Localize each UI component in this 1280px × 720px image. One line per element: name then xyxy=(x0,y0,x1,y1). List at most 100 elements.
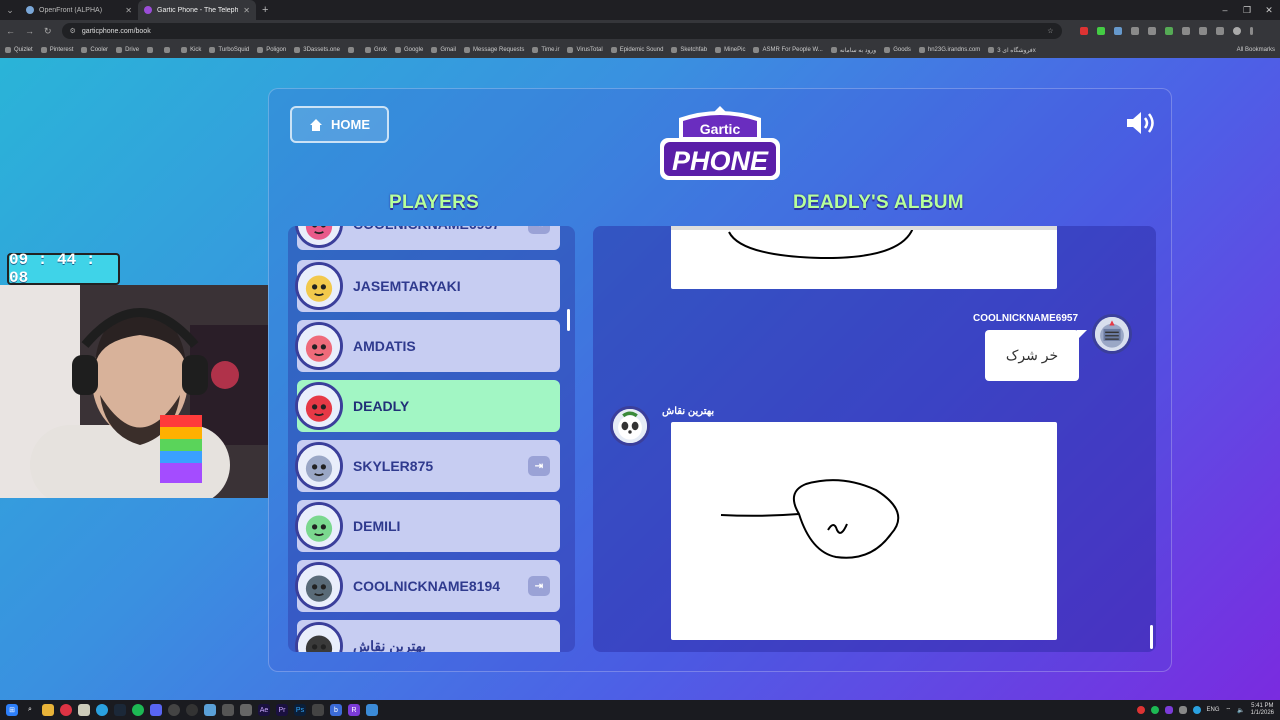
player-row[interactable]: بهترین نقاش xyxy=(295,620,560,652)
player-row[interactable]: DEADLY xyxy=(295,380,560,432)
browser-tab-openfront[interactable]: OpenFront (ALPHA) ✕ xyxy=(20,0,138,20)
players-list[interactable]: COOLNICKNAME6957 ⇥ JASEMTARYAKI AMDATIS DEAD… xyxy=(288,226,575,652)
kick-player-icon[interactable]: ⇥ xyxy=(528,576,550,596)
bookmark-star-icon[interactable]: ☆ xyxy=(1047,27,1053,35)
extension-icon[interactable] xyxy=(1198,27,1207,35)
wifi-icon[interactable]: ⌔ xyxy=(1226,706,1232,714)
bookmark-item[interactable]: Google xyxy=(394,47,423,53)
restore-icon[interactable]: ❐ xyxy=(1236,0,1258,20)
bookmark-item[interactable]: ASMR For People W... xyxy=(753,47,823,53)
bookmark-item[interactable] xyxy=(164,47,173,53)
clock[interactable]: 5:41 PM 1/1/2026 xyxy=(1251,703,1274,717)
bookmark-item[interactable]: MinePic xyxy=(715,47,745,53)
bookmark-item[interactable] xyxy=(347,47,357,53)
app-icon[interactable] xyxy=(240,704,252,716)
sound-toggle-button[interactable] xyxy=(1125,110,1159,136)
close-window-icon[interactable]: ✕ xyxy=(1258,0,1280,20)
bookmark-item[interactable]: Pinterest xyxy=(40,47,73,53)
bookmark-item[interactable]: Quizlet xyxy=(5,47,33,53)
bookmark-item[interactable]: Goods xyxy=(884,47,911,53)
kick-player-icon[interactable]: ⇥ xyxy=(528,456,550,476)
bookmark-item[interactable]: Cooler xyxy=(81,47,108,53)
photoshop-icon[interactable]: Ps xyxy=(294,704,306,716)
file-explorer-icon[interactable] xyxy=(42,704,54,716)
language-indicator[interactable]: ENG xyxy=(1207,707,1220,713)
player-row[interactable]: JASEMTARYAKI xyxy=(295,260,560,312)
bookmark-item[interactable]: ورود به سامانه xyxy=(830,47,876,54)
album-scrollbar[interactable] xyxy=(1150,625,1153,649)
steam-icon[interactable] xyxy=(114,704,126,716)
bookmark-item[interactable]: VirusTotal xyxy=(567,47,603,53)
premiere-icon[interactable]: Pr xyxy=(276,704,288,716)
player-row[interactable]: AMDATIS xyxy=(295,320,560,372)
profile-avatar-icon[interactable] xyxy=(1232,27,1241,35)
bookmark-item[interactable]: Time.ir xyxy=(532,47,559,53)
back-icon[interactable]: ← xyxy=(6,26,15,36)
davinci-icon[interactable] xyxy=(168,704,180,716)
all-bookmarks-button[interactable]: All Bookmarks xyxy=(1237,47,1275,53)
minimize-icon[interactable]: – xyxy=(1214,0,1236,20)
spotify-icon[interactable] xyxy=(132,704,144,716)
discord-icon[interactable] xyxy=(150,704,162,716)
bookmark-item[interactable]: Message Requests xyxy=(463,47,524,53)
bookmark-item[interactable]: TurboSquid xyxy=(209,47,249,53)
bookmark-item[interactable] xyxy=(147,47,156,53)
chrome-icon[interactable] xyxy=(60,704,72,716)
extension-icon[interactable] xyxy=(1130,27,1139,35)
app-icon[interactable] xyxy=(312,704,324,716)
home-button[interactable]: HOME xyxy=(290,106,389,143)
extension-icon[interactable] xyxy=(1181,27,1190,35)
extension-icon[interactable] xyxy=(1096,27,1105,35)
obs-icon[interactable] xyxy=(186,704,198,716)
close-tab-icon[interactable]: ✕ xyxy=(125,6,132,15)
bookmark-item[interactable]: فروشگاه ای 3x xyxy=(988,47,1036,54)
tab-search-icon[interactable]: ⌄ xyxy=(0,0,20,20)
app-icon[interactable]: b xyxy=(330,704,342,716)
extension-icon[interactable] xyxy=(1147,27,1156,35)
browser-tab-gartic[interactable]: Gartic Phone - The Telephone G ✕ xyxy=(138,0,256,20)
bookmark-item[interactable]: Drive xyxy=(116,47,139,53)
bookmark-item[interactable]: Grok xyxy=(364,47,387,53)
after-effects-icon[interactable]: Ae xyxy=(258,704,270,716)
extension-icon[interactable] xyxy=(1164,27,1173,35)
reload-icon[interactable]: ↻ xyxy=(44,26,52,37)
bookmark-item[interactable]: Sketchfab xyxy=(671,47,707,53)
app-icon[interactable] xyxy=(222,704,234,716)
bookmark-item[interactable]: Epidemic Sound xyxy=(610,47,663,53)
kick-player-icon[interactable]: ⇥ xyxy=(528,226,550,234)
tray-icon[interactable] xyxy=(1164,706,1173,714)
extension-icon[interactable] xyxy=(1215,27,1224,35)
url-input[interactable]: ⚙ garticphone.com/book ☆ xyxy=(61,23,1062,39)
bookmark-item[interactable]: Poligon xyxy=(257,47,286,53)
forward-icon[interactable]: → xyxy=(25,26,34,36)
extension-icon[interactable] xyxy=(1079,27,1088,35)
app-icon[interactable] xyxy=(78,704,90,716)
windows-start-icon[interactable]: ⊞ xyxy=(6,704,18,716)
bookmark-item[interactable]: Kick xyxy=(181,47,201,53)
bookmark-label: Poligon xyxy=(266,47,287,53)
player-row[interactable]: COOLNICKNAME6957 ⇥ xyxy=(295,226,560,250)
telegram-icon[interactable] xyxy=(96,704,108,716)
extension-icon[interactable] xyxy=(1113,27,1122,35)
player-avatar xyxy=(295,262,343,310)
close-tab-icon[interactable]: ✕ xyxy=(243,6,250,15)
tray-icon[interactable] xyxy=(1150,706,1159,714)
tray-icon[interactable] xyxy=(1136,706,1145,714)
app-icon[interactable] xyxy=(204,704,216,716)
tray-icon[interactable] xyxy=(1178,706,1187,714)
players-scrollbar[interactable] xyxy=(567,309,570,331)
bookmark-item[interactable]: 3Dassets.one xyxy=(294,47,340,53)
app-icon[interactable]: R xyxy=(348,704,360,716)
new-tab-icon[interactable]: + xyxy=(262,4,268,16)
player-row[interactable]: SKYLER875 ⇥ xyxy=(295,440,560,492)
player-row[interactable]: DEMILI xyxy=(295,500,560,552)
app-icon[interactable] xyxy=(366,704,378,716)
bookmark-item[interactable]: Gmail xyxy=(431,47,456,53)
volume-icon[interactable]: 🔈 xyxy=(1237,707,1244,714)
search-icon[interactable]: ⌕ xyxy=(24,704,36,716)
site-info-icon[interactable]: ⚙ xyxy=(70,27,76,35)
tray-icon[interactable] xyxy=(1192,706,1201,714)
menu-icon[interactable] xyxy=(1249,27,1253,35)
bookmark-item[interactable]: hn23G.irandns.com xyxy=(918,47,980,53)
player-row[interactable]: COOLNICKNAME8194 ⇥ xyxy=(295,560,560,612)
